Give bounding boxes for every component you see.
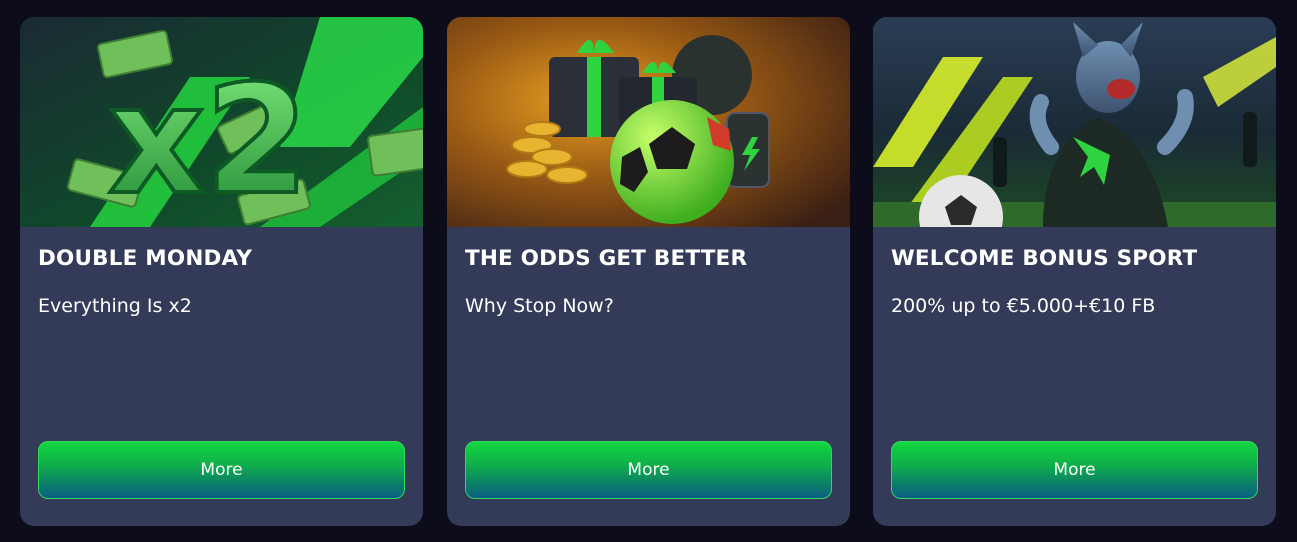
wolf-football-banner-image — [873, 17, 1276, 227]
card-subtitle: Why Stop Now? — [465, 295, 614, 317]
more-button[interactable]: More — [38, 441, 405, 499]
promo-card-double-monday: x2 DOUBLE MONDAY Everything Is x2 More — [20, 17, 423, 526]
promo-card-odds-get-better: THE ODDS GET BETTER Why Stop Now? More — [447, 17, 850, 526]
card-title: WELCOME BONUS SPORT — [891, 246, 1198, 271]
promotions-row: x2 DOUBLE MONDAY Everything Is x2 More T… — [0, 0, 1297, 542]
more-button[interactable]: More — [465, 441, 832, 499]
promo-card-welcome-bonus-sport: WELCOME BONUS SPORT 200% up to €5.000+€1… — [873, 17, 1276, 526]
svg-text:x2: x2 — [108, 54, 309, 227]
x2-money-banner-image: x2 — [20, 17, 423, 227]
card-title: DOUBLE MONDAY — [38, 246, 253, 271]
card-subtitle: 200% up to €5.000+€10 FB — [891, 295, 1156, 317]
card-subtitle: Everything Is x2 — [38, 295, 192, 317]
more-button[interactable]: More — [891, 441, 1258, 499]
gifts-football-banner-image — [447, 17, 850, 227]
card-title: THE ODDS GET BETTER — [465, 246, 748, 271]
